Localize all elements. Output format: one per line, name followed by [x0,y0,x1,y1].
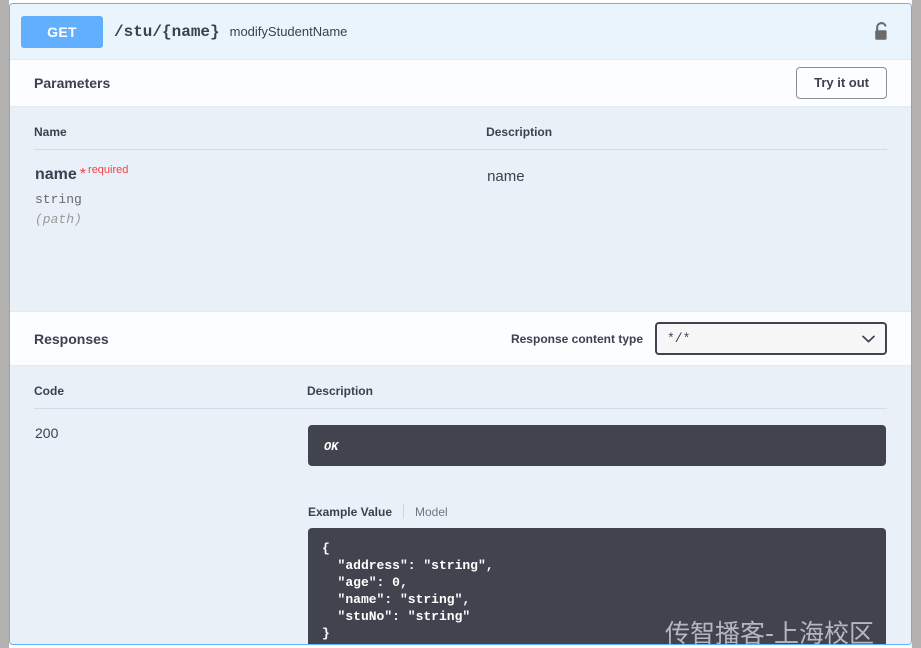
unlocked-padlock-icon [875,21,887,40]
page-gutter-right [912,0,921,648]
try-it-out-button[interactable]: Try it out [796,66,887,100]
parameters-title: Parameters [34,75,111,91]
parameter-name-cell: name * required string (path) [34,150,486,229]
parameters-table: Name Description name * required string (p… [34,107,887,228]
responses-header-band: Responses Response content type */* [10,311,911,366]
operation-summary-header[interactable]: GET /stu/{name} modifyStudentName [10,4,911,59]
tab-model[interactable]: Model [415,505,448,519]
parameters-table-wrapper: Name Description name * required string (p… [10,107,911,228]
parameters-section-head: Parameters Try it out [10,60,911,106]
tab-divider [403,504,404,519]
responses-col-code-header: Code [34,366,307,409]
swagger-operation-page: GET /stu/{name} modifyStudentName Parame… [0,0,921,648]
example-value-code-block[interactable]: { "address": "string", "age": 0, "name":… [307,528,886,644]
responses-table: Code Description 200 OK Example Value Mo… [34,366,887,644]
parameters-col-name-header: Name [34,107,487,150]
responses-title: Responses [34,330,109,347]
parameter-location: (path) [35,212,82,227]
table-row: 200 OK Example Value Model {"address": … [34,409,887,644]
parameters-col-description-header: Description [486,107,887,150]
required-label: required [88,164,129,176]
response-code: 200 [35,425,59,441]
parameters-header-band: Parameters Try it out [10,59,911,107]
parameters-body-band: Name Description name * required string (p… [10,107,911,311]
response-content-type-label: Response content type [510,331,643,346]
response-description-cell: OK Example Value Model { "address": "str… [307,409,887,644]
parameter-type: string [35,192,82,207]
responses-table-header-row: Code Description [34,366,887,409]
parameter-description-cell: name [486,150,887,229]
responses-body-band: Code Description 200 OK Example Value Mo… [10,366,911,644]
responses-col-description-header: Description [306,366,887,409]
parameter-description: name [487,168,525,185]
page-gutter-left [0,0,9,648]
operation-summary-text: modifyStudentName [229,24,348,39]
responses-section-head: Responses Response content type */* [10,312,911,365]
required-asterisk: * [79,166,87,183]
response-description-text: OK [323,440,339,454]
operation-block: GET /stu/{name} modifyStudentName Parame… [9,3,912,645]
chevron-down-icon [862,335,875,342]
parameters-table-header-row: Name Description [34,107,887,150]
authorization-button[interactable] [869,19,895,45]
response-content-type-select[interactable]: */* [655,322,887,355]
response-content-type-value: */* [667,331,691,346]
responses-table-wrapper: Code Description 200 OK Example Value Mo… [10,366,911,644]
example-value-json: { "address": "string", "age": 0, "name":… [321,541,494,641]
tab-example-value[interactable]: Example Value [308,505,392,519]
response-description-box: OK [307,425,886,466]
parameter-name: name [35,166,77,183]
table-row: name * required string (path) name [34,150,887,229]
http-method-badge: GET [21,15,103,48]
operation-path: /stu/{name} [114,22,220,41]
example-model-tabs: Example Value Model [308,504,886,519]
